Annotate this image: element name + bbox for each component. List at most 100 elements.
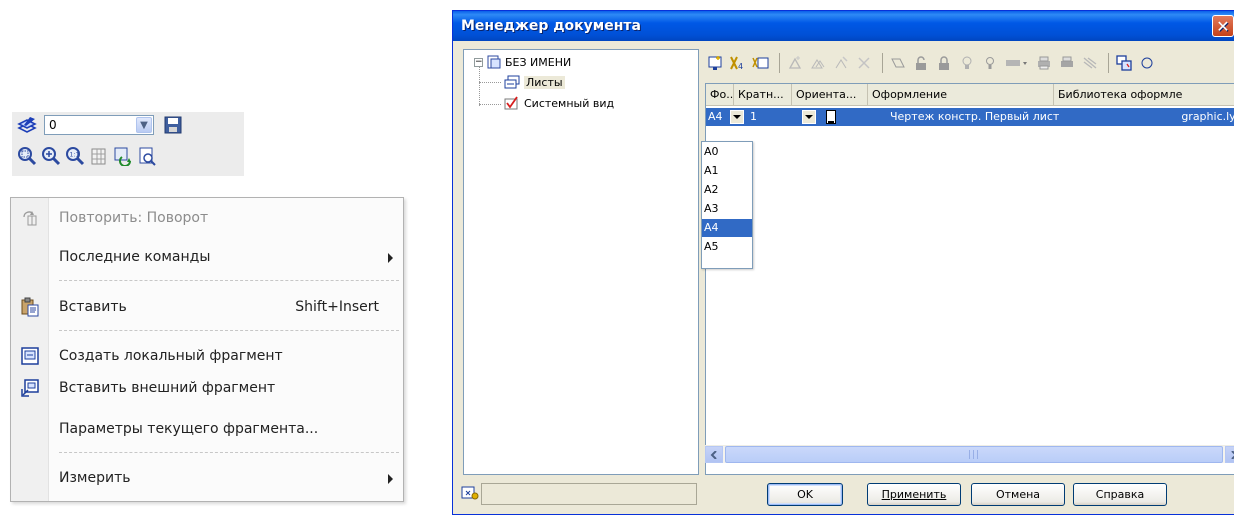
format-option[interactable]: A5 [702,238,752,256]
chevron-down-icon[interactable] [802,110,816,124]
tree-item-label: Системный вид [524,96,615,110]
svg-text:4: 4 [738,62,743,71]
sheet-visibility-icon[interactable] [888,53,908,73]
zoom-frame-icon[interactable] [16,145,38,167]
document-manager-dialog: Менеджер документа ✕ − БЕЗ ИМЕНИ Листы С… [452,10,1234,515]
column-header-design[interactable]: Оформление [868,84,1054,106]
dialog-titlebar[interactable]: Менеджер документа ✕ [453,11,1234,41]
refresh-view-icon[interactable] [112,145,134,167]
multiplicity-cell[interactable]: 1 [748,108,820,126]
menu-item-recent-commands[interactable]: Последние команды [11,242,403,272]
format-option[interactable]: A1 [702,162,752,180]
menu-item-label: Последние команды [59,249,211,265]
orientation-cell[interactable] [820,108,868,126]
column-header-library[interactable]: Библиотека оформле [1054,84,1234,106]
chevron-down-icon[interactable] [730,110,744,124]
tree-item-root[interactable]: − БЕЗ ИМЕНИ [474,54,571,70]
scrollbar-thumb[interactable]: ||| [725,446,1223,463]
column-header-format[interactable]: Фо... [706,84,734,106]
layers-icon[interactable] [16,114,38,136]
sheet-layout-icon[interactable] [1114,53,1134,73]
delete-icon[interactable] [854,53,874,73]
sheets-icon [504,75,520,89]
horizontal-scrollbar[interactable]: ||| [705,445,1234,463]
format-option[interactable]: A3 [702,200,752,218]
cancel-button[interactable]: Отмена [971,483,1065,506]
tree-item-label: БЕЗ ИМЕНИ [505,55,572,69]
document-tree: − БЕЗ ИМЕНИ Листы Системный вид [463,49,699,475]
new-sheet-icon[interactable] [705,53,725,73]
repeat-icon [11,209,49,227]
table-row[interactable]: A4 1 Чертеж констр. Первый лист graphic.… [706,108,1234,126]
status-field [481,483,697,505]
format-sheet-icon[interactable]: 4 [728,53,748,73]
design-cell[interactable]: Чертеж констр. Первый лист [868,108,1060,126]
copy-view-icon[interactable] [808,53,828,73]
format-cell[interactable]: A4 [706,108,748,126]
collapse-icon[interactable]: − [474,57,483,67]
zoom-in-icon[interactable] [40,145,62,167]
format-value: A4 [708,110,723,123]
menu-item-measure[interactable]: Измерить [11,463,403,493]
preview-icon[interactable] [136,145,158,167]
system-view-icon [504,96,520,110]
menu-item-repeat[interactable]: Повторить: Поворот [11,203,403,233]
format-option[interactable]: A0 [702,143,752,161]
menu-item-shortcut: Shift+Insert [295,299,379,315]
zoom-scale-icon[interactable]: 1:1 [64,145,86,167]
menu-item-create-local-fragment[interactable]: Создать локальный фрагмент [11,341,403,371]
close-icon[interactable]: ✕ [1212,15,1234,37]
menu-item-fragment-parameters[interactable]: Параметры текущего фрагмента... [11,414,403,444]
print-setup-icon[interactable] [1057,53,1077,73]
external-fragment-icon [11,378,49,398]
sheets-grid: Фо... Кратн... Ориента... Оформление Биб… [705,83,1234,475]
tree-item-sheets[interactable]: Листы [504,74,565,90]
new-view-icon[interactable] [785,53,805,73]
context-menu: Повторить: Поворот Последние команды Вст… [10,197,404,502]
tree-item-label: Листы [524,75,565,89]
menu-item-label: Создать локальный фрагмент [59,348,283,364]
format-option-selected[interactable]: A4 [702,219,752,237]
ok-button[interactable]: OK [767,483,843,506]
apply-button[interactable]: Применить [867,483,961,506]
menu-item-insert-external-fragment[interactable]: Вставить внешний фрагмент [11,373,403,403]
library-cell[interactable]: graphic.lyt [1060,108,1234,126]
print-options-icon[interactable] [1080,53,1100,73]
multiplicity-value: 1 [750,110,757,123]
menu-separator [59,330,399,331]
document-icon [487,55,501,69]
lightbulb-off-icon[interactable] [957,53,977,73]
view-grid-icon[interactable] [88,145,110,167]
help-button[interactable]: Справка [1073,483,1167,506]
menu-item-label: Измерить [59,470,131,486]
save-icon[interactable] [162,114,184,136]
dialog-toolbar: 4 [705,49,1234,77]
document-status-icon [461,485,479,504]
sheet-properties-icon[interactable] [751,53,771,73]
scroll-left-icon[interactable] [705,446,723,463]
column-header-multiplicity[interactable]: Кратн... [734,84,792,106]
layer-combo[interactable]: 0 ▼ [44,115,154,135]
lightbulb-icon[interactable] [980,53,1000,73]
layer-color-icon[interactable] [1003,53,1031,73]
local-fragment-icon [11,346,49,366]
scroll-right-icon[interactable] [1225,446,1234,463]
lock-icon[interactable] [934,53,954,73]
menu-item-paste[interactable]: Вставить Shift+Insert [11,292,403,322]
format-dropdown-list: A0 A1 A2 A3 A4 A5 [701,141,753,269]
tree-item-system-view[interactable]: Системный вид [504,95,614,111]
menu-item-label: Вставить [59,299,127,315]
print-icon[interactable] [1034,53,1054,73]
library-icon[interactable] [1137,53,1157,73]
layer-toolbar-row-1: 0 ▼ [12,112,186,138]
chevron-down-icon[interactable]: ▼ [136,117,152,133]
menu-item-label: Вставить внешний фрагмент [59,380,276,396]
format-option[interactable]: A2 [702,181,752,199]
column-header-orientation[interactable]: Ориента... [792,84,868,106]
layer-toolbar-row-2: 1:1 [12,142,160,170]
submenu-arrow-icon [388,474,393,484]
layer-toolbar: 0 ▼ 1:1 [12,112,244,176]
unlock-icon[interactable] [911,53,931,73]
edit-view-icon[interactable] [831,53,851,73]
paste-icon [11,297,49,317]
